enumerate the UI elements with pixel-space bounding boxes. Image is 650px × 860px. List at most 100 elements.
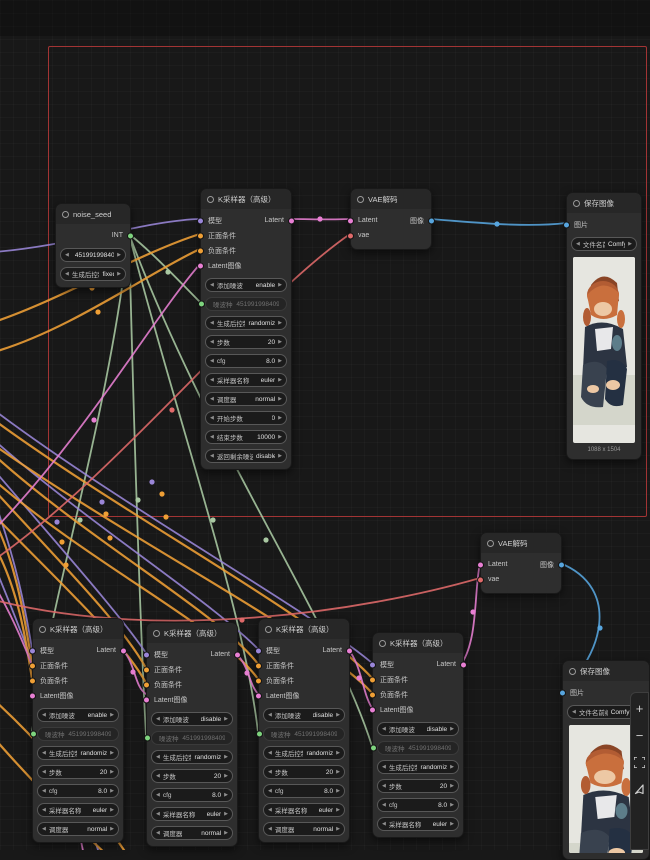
widget-调度器[interactable]: ◀调度器normal▶ — [263, 822, 345, 836]
node-title-bar[interactable]: K采样器（高级） — [201, 189, 291, 209]
node-vae-decode-top[interactable]: VAE解码Latent图像vae — [350, 188, 432, 250]
collapse-dot-icon[interactable] — [153, 630, 160, 637]
widget-cfg[interactable]: ◀cfg8.0▶ — [205, 354, 287, 368]
collapse-dot-icon[interactable] — [62, 211, 69, 218]
increment-arrow-icon[interactable]: ▶ — [110, 713, 114, 718]
noise-seed-input-port[interactable] — [30, 731, 37, 738]
increment-arrow-icon[interactable]: ▶ — [278, 378, 282, 383]
zoom-in-button[interactable]: + — [632, 701, 647, 716]
widget-调度器[interactable]: ◀调度器normal▶ — [37, 822, 119, 836]
node-ksampler-advanced-b3[interactable]: K采样器（高级）模型Latent正面条件负面条件Latent图像◀添加噪波dis… — [258, 618, 350, 843]
increment-arrow-icon[interactable]: ▶ — [336, 827, 340, 832]
widget-cfg[interactable]: ◀cfg8.0▶ — [151, 788, 233, 802]
node-title-bar[interactable]: K采样器（高级） — [259, 619, 349, 639]
decrement-arrow-icon[interactable]: ◀ — [268, 827, 272, 832]
noise-seed-input-port[interactable] — [370, 745, 377, 752]
widget-采样器名称[interactable]: ◀采样器名称euler▶ — [377, 817, 459, 831]
decrement-arrow-icon[interactable]: ◀ — [156, 774, 160, 779]
increment-arrow-icon[interactable]: ▶ — [278, 454, 282, 459]
Latent图像-input-port[interactable] — [369, 706, 376, 713]
widget-添加噪波[interactable]: ◀添加噪波enable▶ — [37, 708, 119, 722]
increment-arrow-icon[interactable]: ▶ — [336, 808, 340, 813]
decrement-arrow-icon[interactable]: ◀ — [210, 435, 214, 440]
widget-添加噪波[interactable]: ◀添加噪波enable▶ — [205, 278, 287, 292]
node-ksampler-advanced-top[interactable]: K采样器（高级）模型Latent正面条件负面条件Latent图像◀添加噪波ena… — [200, 188, 292, 470]
node-title-bar[interactable]: VAE解码 — [351, 189, 431, 209]
图片-input-port[interactable] — [559, 689, 566, 696]
widget-采样器名称[interactable]: ◀采样器名称euler▶ — [151, 807, 233, 821]
increment-arrow-icon[interactable]: ▶ — [224, 812, 228, 817]
increment-arrow-icon[interactable]: ▶ — [110, 827, 114, 832]
widget-生成后控制[interactable]: ◀生成后控制randomize▶ — [205, 316, 287, 330]
increment-arrow-icon[interactable]: ▶ — [336, 770, 340, 775]
widget-采样器名称[interactable]: ◀采样器名称euler▶ — [37, 803, 119, 817]
widget-调度器[interactable]: ◀调度器normal▶ — [151, 826, 233, 840]
decrement-arrow-icon[interactable]: ◀ — [210, 397, 214, 402]
increment-arrow-icon[interactable]: ▶ — [224, 717, 228, 722]
Latent图像-input-port[interactable] — [197, 262, 204, 269]
group-outline[interactable] — [48, 46, 647, 517]
widget-添加噪波[interactable]: ◀添加噪波disable▶ — [263, 708, 345, 722]
widget-开始步数[interactable]: ◀开始步数0▶ — [205, 411, 287, 425]
increment-arrow-icon[interactable]: ▶ — [110, 808, 114, 813]
decrement-arrow-icon[interactable]: ◀ — [382, 822, 386, 827]
increment-arrow-icon[interactable]: ▶ — [224, 793, 228, 798]
increment-arrow-icon[interactable]: ▶ — [110, 789, 114, 794]
widget-文件名前缀[interactable]: ◀文件名前缀ComfyUI▶ — [571, 237, 637, 251]
widget-value[interactable]: ◀451991998409466▶ — [60, 248, 126, 262]
Latent-input-port[interactable] — [347, 217, 354, 224]
increment-arrow-icon[interactable]: ▶ — [336, 751, 340, 756]
widget-步数[interactable]: ◀步数20▶ — [205, 335, 287, 349]
Latent-input-port[interactable] — [477, 561, 484, 568]
decrement-arrow-icon[interactable]: ◀ — [210, 359, 214, 364]
decrement-arrow-icon[interactable]: ◀ — [42, 713, 46, 718]
正面条件-input-port[interactable] — [143, 666, 150, 673]
decrement-arrow-icon[interactable]: ◀ — [268, 751, 272, 756]
decrement-arrow-icon[interactable]: ◀ — [42, 751, 46, 756]
widget-步数[interactable]: ◀步数20▶ — [151, 769, 233, 783]
正面条件-input-port[interactable] — [29, 662, 36, 669]
node-title-bar[interactable]: 保存图像 — [563, 661, 649, 681]
increment-arrow-icon[interactable]: ▶ — [278, 283, 282, 288]
Latent-output-port[interactable] — [234, 651, 241, 658]
collapse-dot-icon[interactable] — [207, 196, 214, 203]
decrement-arrow-icon[interactable]: ◀ — [576, 242, 580, 247]
decrement-arrow-icon[interactable]: ◀ — [65, 253, 69, 258]
node-ksampler-advanced-b4[interactable]: K采样器（高级）模型Latent正面条件负面条件Latent图像◀添加噪波dis… — [372, 632, 464, 838]
负面条件-input-port[interactable] — [29, 677, 36, 684]
widget-采样器名称[interactable]: ◀采样器名称euler▶ — [263, 803, 345, 817]
node-ksampler-advanced-b1[interactable]: K采样器（高级）模型Latent正面条件负面条件Latent图像◀添加噪波ena… — [32, 618, 124, 843]
decrement-arrow-icon[interactable]: ◀ — [42, 789, 46, 794]
widget-采样器名称[interactable]: ◀采样器名称euler▶ — [205, 373, 287, 387]
Latent-output-port[interactable] — [120, 647, 127, 654]
increment-arrow-icon[interactable]: ▶ — [224, 831, 228, 836]
decrement-arrow-icon[interactable]: ◀ — [268, 713, 272, 718]
正面条件-input-port[interactable] — [197, 232, 204, 239]
node-save-image-top[interactable]: 保存图像图片◀文件名前缀ComfyUI▶1088 x 1504 — [566, 192, 642, 460]
increment-arrow-icon[interactable]: ▶ — [278, 359, 282, 364]
decrement-arrow-icon[interactable]: ◀ — [156, 831, 160, 836]
decrement-arrow-icon[interactable]: ◀ — [156, 793, 160, 798]
负面条件-input-port[interactable] — [255, 677, 262, 684]
模型-input-port[interactable] — [143, 651, 150, 658]
widget-结束步数[interactable]: ◀结束步数10000▶ — [205, 430, 287, 444]
node-title-bar[interactable]: noise_seed — [56, 204, 130, 224]
widget-生成后控制[interactable]: ◀生成后控制randomize▶ — [263, 746, 345, 760]
模型-input-port[interactable] — [255, 647, 262, 654]
collapse-dot-icon[interactable] — [487, 540, 494, 547]
INT-output-port[interactable] — [127, 232, 134, 239]
node-noise-seed[interactable]: noise_seedINT◀451991998409466▶◀生成后控制fixe… — [55, 203, 131, 288]
increment-arrow-icon[interactable]: ▶ — [110, 751, 114, 756]
图片-input-port[interactable] — [563, 221, 570, 228]
负面条件-input-port[interactable] — [197, 247, 204, 254]
Latent图像-input-port[interactable] — [143, 696, 150, 703]
widget-生成后控制[interactable]: ◀生成后控制randomize▶ — [37, 746, 119, 760]
模型-input-port[interactable] — [29, 647, 36, 654]
decrement-arrow-icon[interactable]: ◀ — [382, 803, 386, 808]
widget-调度器[interactable]: ◀调度器normal▶ — [205, 392, 287, 406]
decrement-arrow-icon[interactable]: ◀ — [382, 727, 386, 732]
负面条件-input-port[interactable] — [369, 691, 376, 698]
widget-生成后控制[interactable]: ◀生成后控制randomize▶ — [151, 750, 233, 764]
collapse-dot-icon[interactable] — [39, 626, 46, 633]
vae-input-port[interactable] — [347, 232, 354, 239]
